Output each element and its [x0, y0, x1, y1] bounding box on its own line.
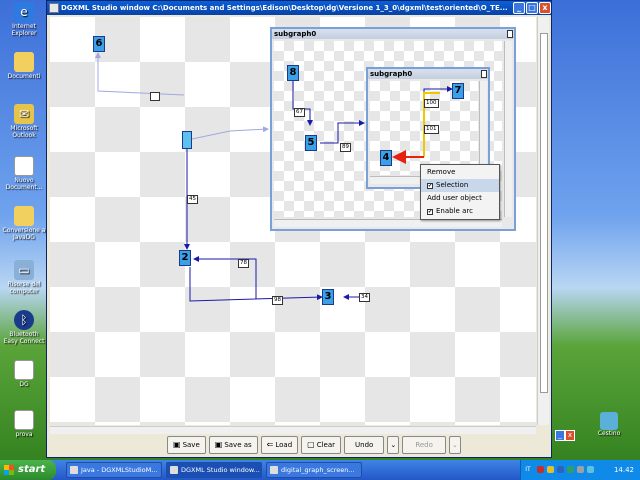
language-indicator[interactable]: IT — [521, 460, 535, 480]
background-window-controls: _ x — [555, 430, 577, 442]
edge-label-45: 45 — [187, 195, 198, 204]
computer-icon: ▭ — [14, 260, 34, 280]
canvas-vscroll-thumb[interactable] — [540, 33, 548, 393]
graph-node-3[interactable]: 3 — [322, 289, 334, 305]
background-close-button[interactable]: x — [565, 430, 575, 441]
document-icon — [14, 410, 34, 430]
canvas-hscroll[interactable] — [50, 426, 536, 434]
taskbar-item-dgxml-studio[interactable]: DGXML Studio window... — [166, 462, 262, 478]
window-titlebar[interactable]: DGXML Studio window C:\Documents and Set… — [47, 1, 551, 15]
checkbox-checked-icon[interactable]: ✔ — [427, 182, 433, 189]
menu-item-remove[interactable]: Remove — [421, 166, 499, 179]
minimize-button[interactable]: _ — [513, 2, 525, 14]
desktop-icon-documenti[interactable]: Documenti — [2, 52, 46, 80]
clear-icon: ▢ — [307, 440, 315, 449]
taskbar-item-screenshot[interactable]: digital_graph_screen... — [266, 462, 362, 478]
checkbox-checked-icon[interactable]: ✔ — [427, 208, 433, 215]
save-as-button[interactable]: ▣ Save as — [208, 436, 258, 454]
toolbar: ▣ Save ▣ Save as ⇐ Load ▢ Clear Undo ⌄ Redo … — [167, 436, 461, 456]
graph-node-2[interactable]: 2 — [179, 250, 191, 266]
tray-icon-5[interactable] — [577, 466, 584, 473]
windows-logo-icon — [4, 465, 14, 475]
edge-hub-6[interactable] — [95, 52, 185, 96]
desktop-icon-bluetooth[interactable]: ᛒ Bluetooth Easy Connect — [2, 310, 46, 345]
desktop-icon-dg[interactable]: DG — [2, 360, 46, 388]
globe-icon: e — [14, 2, 34, 22]
chevron-down-icon: ⌄ — [451, 441, 458, 449]
speaker-icon[interactable] — [587, 466, 594, 473]
desktop-icon-nuovo-documento[interactable]: Nuovo Document... — [2, 156, 46, 191]
edge-label-78: 78 — [238, 259, 249, 268]
menu-item-enable-arc[interactable]: ✔ Enable arc — [421, 205, 499, 218]
desktop-icon-risorse-computer[interactable]: ▭ Risorse del computer — [2, 260, 46, 295]
tray-icon-2[interactable] — [547, 466, 554, 473]
context-menu: Remove ✔ Selection Add user object ✔ Enabl… — [420, 164, 500, 220]
edge-8-5[interactable] — [292, 81, 313, 126]
taskbar-item-java[interactable]: Java - DGXMLStudioM... — [66, 462, 162, 478]
bluetooth-icon: ᛒ — [14, 310, 34, 330]
document-icon — [14, 360, 34, 380]
taskbar: start Java - DGXMLStudioM... DGXML Studi… — [0, 460, 640, 480]
edge-label-67: 67 — [294, 108, 305, 117]
clock[interactable]: 14.42 — [614, 460, 634, 480]
edge-label-100: 100 — [424, 99, 439, 108]
window-title: DGXML Studio window C:\Documents and Set… — [61, 4, 508, 12]
java-icon — [70, 466, 78, 474]
dgxml-studio-window: DGXML Studio window C:\Documents and Set… — [46, 0, 552, 458]
image-icon — [270, 466, 278, 474]
inner-node-4[interactable]: 4 — [380, 150, 392, 166]
chevron-down-icon: ⌄ — [390, 441, 397, 449]
save-button[interactable]: ▣ Save — [167, 436, 206, 454]
tray-icon-3[interactable] — [557, 466, 564, 473]
save-icon: ▣ — [173, 440, 181, 449]
system-tray: IT 14.42 — [520, 460, 640, 480]
tray-icon-1[interactable] — [537, 466, 544, 473]
edge-label-34: 34 — [359, 293, 370, 302]
redo-history-dropdown[interactable]: ⌄ — [448, 436, 461, 454]
folder-icon — [14, 206, 34, 226]
canvas-vscroll[interactable] — [537, 17, 549, 425]
clear-button[interactable]: ▢ Clear — [301, 436, 342, 454]
graph-node-hub[interactable] — [182, 131, 192, 149]
java-icon — [170, 466, 178, 474]
undo-history-dropdown[interactable]: ⌄ — [387, 436, 400, 454]
background-minimize-button[interactable]: _ — [555, 430, 565, 441]
start-button[interactable]: start — [0, 460, 56, 480]
tray-icon-4[interactable] — [567, 466, 574, 473]
graph-canvas[interactable]: 6 2 3 45 78 98 34 subgraph0 8 5 67 89 su… — [50, 17, 536, 425]
load-button[interactable]: ⇐ Load — [260, 436, 299, 454]
subgraph-hscroll[interactable] — [274, 219, 502, 227]
edge-label-98: 98 — [272, 296, 283, 305]
outlook-icon: ✉ — [14, 104, 34, 124]
close-button[interactable]: x — [539, 2, 551, 14]
menu-item-selection[interactable]: ✔ Selection — [421, 179, 499, 192]
inner-node-7[interactable]: 7 — [452, 83, 464, 99]
save-as-icon: ▣ — [214, 440, 223, 449]
redo-button[interactable]: Redo — [402, 436, 446, 454]
maximize-button[interactable]: □ — [526, 2, 538, 14]
folder-icon — [14, 52, 34, 72]
edge-5-out[interactable] — [320, 120, 365, 144]
edge-label-101: 101 — [424, 125, 439, 134]
subgraph-node-8[interactable]: 8 — [287, 65, 299, 81]
desktop-icon-conversione[interactable]: Conversione a JavaDG — [2, 206, 46, 241]
desktop-icon-internet-explorer[interactable]: e Internet Explorer — [2, 2, 46, 37]
desktop-icon-outlook[interactable]: ✉ Microsoft Outlook — [2, 104, 46, 139]
graph-node-6[interactable]: 6 — [93, 36, 105, 52]
edge-label-hub-6 — [150, 92, 160, 101]
edge-hub-subgraph[interactable] — [191, 126, 269, 140]
undo-button[interactable]: Undo — [344, 436, 385, 454]
menu-item-add-user-object[interactable]: Add user object — [421, 192, 499, 205]
document-icon — [14, 156, 34, 176]
desktop-icon-cestino[interactable]: Cestino — [594, 412, 624, 437]
recycle-bin-icon — [600, 412, 618, 430]
load-icon: ⇐ — [266, 440, 274, 449]
desktop-icon-prova[interactable]: prova — [2, 410, 46, 438]
app-icon — [49, 3, 59, 13]
edge-label-89: 89 — [340, 143, 351, 152]
subgraph-node-5[interactable]: 5 — [305, 135, 317, 151]
